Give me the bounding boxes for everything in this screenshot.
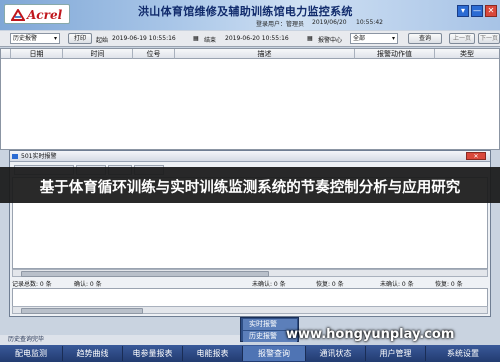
status-bar-text: 历史查询完毕: [0, 335, 240, 345]
recovered-count-secondary: 恢复: 0 条: [435, 281, 463, 288]
close-button[interactable]: ✕: [485, 5, 497, 17]
realtime-window-title-text: 501实时报警: [21, 153, 57, 160]
realtime-list-horizontal-scrollbar[interactable]: [12, 269, 488, 277]
overlay-banner: 基于体育循环训练与实时训练监测系统的节奏控制分析与应用研究: [0, 167, 500, 203]
current-user-label: 登录用户：管理员: [256, 21, 305, 28]
row-selector-header: [1, 49, 11, 59]
start-label: 起始: [96, 37, 109, 44]
nav-power-monitoring[interactable]: 配电监测: [0, 346, 63, 361]
column-header-time[interactable]: 时间: [63, 49, 133, 59]
print-button[interactable]: 打印: [68, 33, 92, 44]
scrollbar-thumb[interactable]: [21, 308, 143, 314]
recovered-count: 恢复: 0 条: [316, 281, 344, 288]
calendar-start-icon[interactable]: ▦: [193, 35, 199, 42]
end-datetime-input[interactable]: 2019-06-20 10:55:16: [222, 33, 310, 44]
header-date: 2019/06/20: [312, 19, 347, 26]
next-page-button[interactable]: 下一页: [478, 33, 500, 44]
watermark: www.hongyunplay.com: [278, 317, 500, 362]
record-total-count: 记录总数: 0 条: [12, 281, 52, 288]
query-button[interactable]: 查询: [408, 33, 442, 44]
nav-electrical-report[interactable]: 电参量报表: [123, 346, 183, 361]
nav-energy-report[interactable]: 电能报表: [183, 346, 243, 361]
column-header-type[interactable]: 类型: [435, 49, 499, 59]
column-header-description[interactable]: 描述: [175, 49, 355, 59]
watermark-text: www.hongyunplay.com: [286, 327, 455, 342]
column-header-tag[interactable]: 位号: [133, 49, 175, 59]
calendar-end-icon[interactable]: ▦: [307, 35, 313, 42]
alarm-center-select[interactable]: 全部 ▾: [350, 33, 398, 44]
dropdown-window-button[interactable]: ▾: [457, 5, 469, 17]
history-alarm-select-value: 历史报警: [13, 35, 38, 42]
history-alarm-table[interactable]: 日期 时间 位号 描述 报警动作值 类型: [0, 48, 500, 150]
header-time: 10:55:42: [356, 19, 383, 26]
column-header-alarm-value[interactable]: 报警动作值: [355, 49, 435, 59]
app-title: 洪山体育馆维修及辅助训练馆电力监控系统: [138, 5, 353, 18]
end-label: 结束: [204, 37, 217, 44]
detail-horizontal-scrollbar[interactable]: [12, 306, 488, 314]
realtime-window-title: 501实时报警: [10, 151, 490, 162]
nav-trend-curve[interactable]: 趋势曲线: [63, 346, 123, 361]
alarm-center-label: 报警中心: [318, 37, 343, 44]
alarm-center-select-value: 全部: [353, 35, 366, 42]
banner-text: 基于体育循环训练与实时训练监测系统的节奏控制分析与应用研究: [39, 180, 461, 196]
acrel-logo: Acrel: [4, 4, 70, 24]
history-alarm-select[interactable]: 历史报警 ▾: [10, 33, 60, 44]
column-header-date[interactable]: 日期: [11, 49, 63, 59]
confirmed-count: 确认: 0 条: [74, 281, 102, 288]
query-toolbar: 历史报警 ▾ 打印 起始 2019-06-19 10:55:16 ▦ 结束 20…: [0, 31, 500, 47]
logo-text: Acrel: [27, 8, 63, 22]
unconfirmed-count: 未确认: 0 条: [252, 281, 286, 288]
chevron-down-icon: ▾: [391, 35, 395, 42]
chevron-down-icon: ▾: [53, 35, 57, 42]
realtime-close-button[interactable]: ✕: [466, 152, 486, 160]
logo-mark-icon: [11, 9, 25, 21]
app-header: Acrel 洪山体育馆维修及辅助训练馆电力监控系统 登录用户：管理员 2019/…: [0, 0, 500, 30]
unconfirmed-count-secondary: 未确认: 0 条: [380, 281, 414, 288]
scrollbar-thumb[interactable]: [21, 271, 269, 277]
start-datetime-input[interactable]: 2019-06-19 10:55:16: [109, 33, 197, 44]
window-app-icon: [12, 154, 18, 159]
minimize-button[interactable]: —: [471, 5, 483, 17]
prev-page-button[interactable]: 上一页: [449, 33, 475, 44]
